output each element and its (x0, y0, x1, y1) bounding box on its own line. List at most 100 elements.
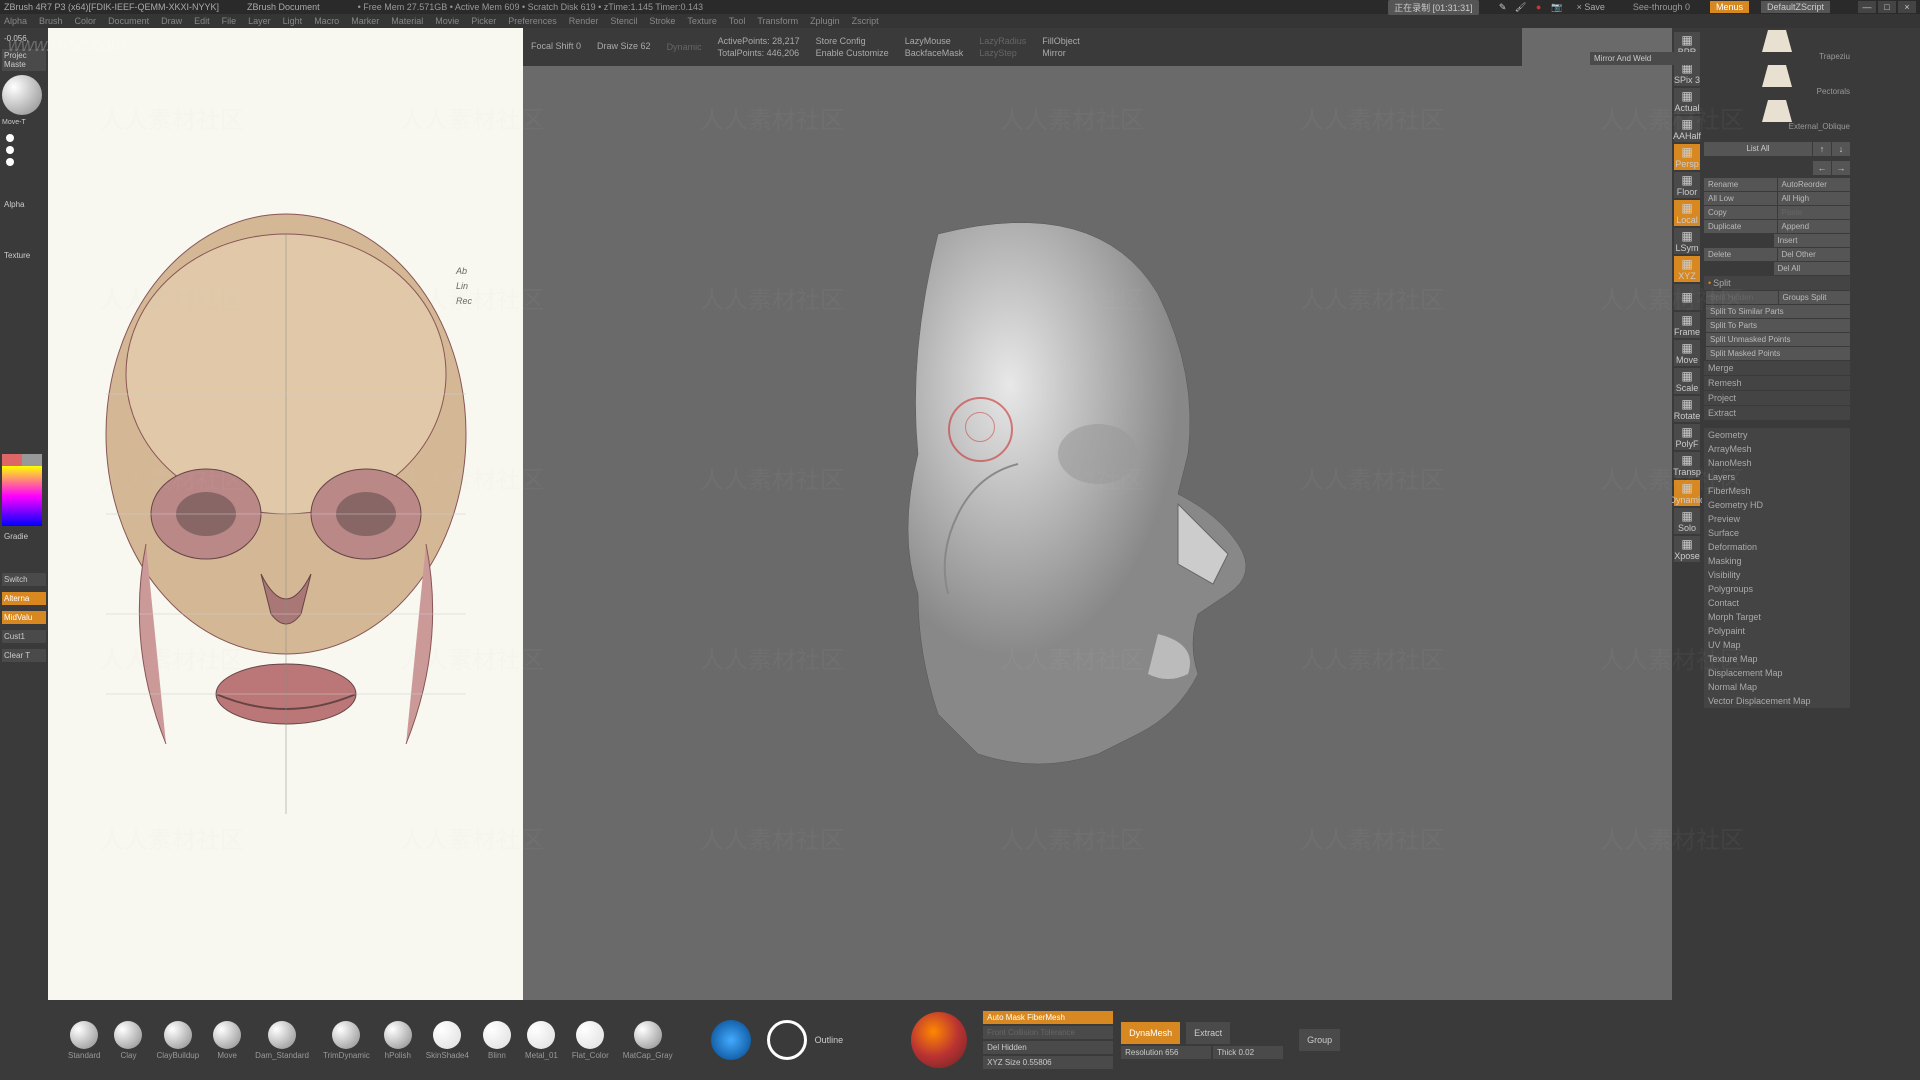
menu-file[interactable]: File (222, 16, 237, 26)
brush-dam_standard[interactable]: Dam_Standard (255, 1021, 309, 1060)
subtool-trapeziu[interactable]: Trapeziu (1704, 30, 1850, 61)
store-config[interactable]: Store Config (816, 36, 889, 46)
brush-hpolish[interactable]: hPolish (384, 1021, 412, 1060)
draw-size[interactable]: Draw Size 62 (597, 41, 651, 51)
brush-blinn[interactable]: Blinn (483, 1021, 511, 1060)
section-nanomesh[interactable]: NanoMesh (1704, 456, 1850, 470)
enable-customize[interactable]: Enable Customize (816, 48, 889, 58)
record-icon[interactable]: ● (1533, 1, 1545, 13)
midvalue-button[interactable]: MidValu (2, 611, 46, 624)
menu-transform[interactable]: Transform (757, 16, 798, 26)
section-vector-displacement-map[interactable]: Vector Displacement Map (1704, 694, 1850, 708)
menu-brush[interactable]: Brush (39, 16, 63, 26)
cust1-button[interactable]: Cust1 (2, 630, 46, 643)
menu-zscript[interactable]: Zscript (852, 16, 879, 26)
list-up-icon[interactable]: ↑ (1813, 142, 1831, 156)
section-masking[interactable]: Masking (1704, 554, 1850, 568)
section-preview[interactable]: Preview (1704, 512, 1850, 526)
tool-move[interactable]: ▦Move (1674, 340, 1700, 366)
section-geometry[interactable]: Geometry (1704, 428, 1850, 442)
duplicate-button[interactable]: Duplicate (1704, 220, 1777, 233)
project-section[interactable]: Project (1704, 391, 1850, 405)
section-contact[interactable]: Contact (1704, 596, 1850, 610)
maximize-button[interactable]: □ (1878, 1, 1896, 13)
brush-standard[interactable]: Standard (68, 1021, 100, 1060)
section-visibility[interactable]: Visibility (1704, 568, 1850, 582)
menu-stencil[interactable]: Stencil (610, 16, 637, 26)
section-surface[interactable]: Surface (1704, 526, 1850, 540)
list-right-icon[interactable]: → (1832, 161, 1850, 175)
groups-split-button[interactable]: Groups Split (1779, 291, 1851, 304)
menu-light[interactable]: Light (283, 16, 303, 26)
mirror-weld-button[interactable]: Mirror And Weld (1590, 52, 1700, 65)
stroke-dots[interactable] (2, 130, 46, 170)
section-deformation[interactable]: Deformation (1704, 540, 1850, 554)
tool-actual[interactable]: ▦Actual (1674, 88, 1700, 114)
tool-aahalf[interactable]: ▦AAHalf (1674, 116, 1700, 142)
list-left-icon[interactable]: ← (1813, 161, 1831, 175)
menu-macro[interactable]: Macro (314, 16, 339, 26)
dynamic-label[interactable]: Dynamic (667, 42, 702, 52)
color-picker[interactable] (2, 466, 42, 526)
fill-object[interactable]: FillObject (1042, 36, 1080, 46)
delete-button[interactable]: Delete (1704, 248, 1777, 261)
alterna-button[interactable]: Alterna (2, 592, 46, 605)
save-button[interactable]: × Save (1577, 2, 1605, 12)
menu-render[interactable]: Render (569, 16, 599, 26)
menu-document[interactable]: Document (108, 16, 149, 26)
section-uv-map[interactable]: UV Map (1704, 638, 1850, 652)
tool-lsym[interactable]: ▦LSym (1674, 228, 1700, 254)
tool-xpose[interactable]: ▦Xpose (1674, 536, 1700, 562)
pencil-icon[interactable]: ✎ (1497, 1, 1509, 13)
menu-preferences[interactable]: Preferences (508, 16, 557, 26)
outline-icon[interactable] (767, 1020, 807, 1060)
rename-button[interactable]: Rename (1704, 178, 1777, 191)
tool-floor[interactable]: ▦Floor (1674, 172, 1700, 198)
seethrough-control[interactable]: See-through 0 (1633, 2, 1690, 12)
section-arraymesh[interactable]: ArrayMesh (1704, 442, 1850, 456)
subtool-external_oblique[interactable]: External_Oblique (1704, 100, 1850, 131)
tool-rotate[interactable]: ▦Rotate (1674, 396, 1700, 422)
lazy-step[interactable]: LazyStep (979, 48, 1026, 58)
extract-section[interactable]: Extract (1704, 406, 1850, 420)
section-normal-map[interactable]: Normal Map (1704, 680, 1850, 694)
brush-move[interactable]: Move (213, 1021, 241, 1060)
split-unmasked-button[interactable]: Split Unmasked Points (1706, 333, 1850, 346)
delother-button[interactable]: Del Other (1778, 248, 1851, 261)
brush-skinshade4[interactable]: SkinShade4 (426, 1021, 469, 1060)
autoreorder-button[interactable]: AutoReorder (1778, 178, 1851, 191)
list-all-button[interactable]: List All (1704, 142, 1812, 156)
split-similar-button[interactable]: Split To Similar Parts (1706, 305, 1850, 318)
merge-section[interactable]: Merge (1704, 361, 1850, 375)
brush-trimdynamic[interactable]: TrimDynamic (323, 1021, 370, 1060)
focal-shift[interactable]: Focal Shift 0 (531, 41, 581, 51)
copy-button[interactable]: Copy (1704, 206, 1777, 219)
front-collision[interactable]: Front Collision Tolerance (983, 1026, 1113, 1039)
menu-marker[interactable]: Marker (351, 16, 379, 26)
split-hidden-button[interactable]: Split Hidden (1706, 291, 1778, 304)
tool-scale[interactable]: ▦Scale (1674, 368, 1700, 394)
brush-flat_color[interactable]: Flat_Color (572, 1021, 609, 1060)
menu-edit[interactable]: Edit (194, 16, 210, 26)
menu-layer[interactable]: Layer (248, 16, 271, 26)
tool-xyz[interactable]: ▦XYZ (1674, 256, 1700, 282)
menu-tool[interactable]: Tool (729, 16, 746, 26)
resolution[interactable]: Resolution 656 (1121, 1046, 1211, 1059)
viewport[interactable] (523, 28, 1672, 1000)
insert-button[interactable]: Insert (1774, 234, 1851, 247)
split-parts-button[interactable]: Split To Parts (1706, 319, 1850, 332)
menu-draw[interactable]: Draw (161, 16, 182, 26)
thick[interactable]: Thick 0.02 (1213, 1046, 1283, 1059)
append-button[interactable]: Append (1778, 220, 1851, 233)
backface-mask[interactable]: BackfaceMask (905, 48, 964, 58)
remesh-section[interactable]: Remesh (1704, 376, 1850, 390)
paste-button[interactable]: Paste (1778, 206, 1851, 219)
brush-claybuildup[interactable]: ClayBuildup (156, 1021, 199, 1060)
list-down-icon[interactable]: ↓ (1832, 142, 1850, 156)
lazy-radius[interactable]: LazyRadius (979, 36, 1026, 46)
menu-texture[interactable]: Texture (687, 16, 717, 26)
alllow-button[interactable]: All Low (1704, 192, 1777, 205)
switch-button[interactable]: Switch (2, 573, 46, 586)
lazy-mouse[interactable]: LazyMouse (905, 36, 964, 46)
camera-icon[interactable]: 📷 (1551, 1, 1563, 13)
